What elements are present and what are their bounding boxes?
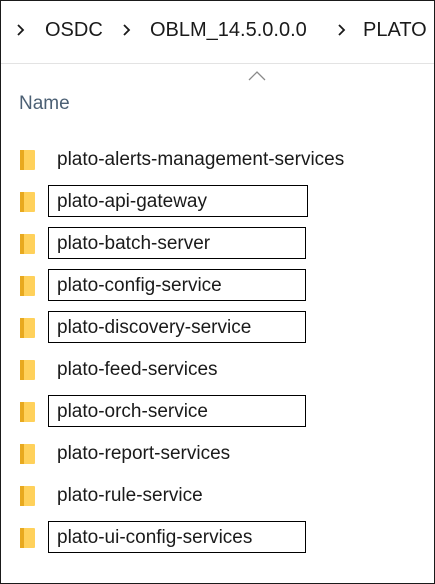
file-name: plato-api-gateway	[57, 191, 207, 212]
file-name: plato-report-services	[57, 443, 231, 464]
list-item[interactable]: plato-report-services	[1, 433, 434, 475]
folder-icon	[20, 486, 35, 506]
file-name: plato-feed-services	[57, 359, 218, 380]
file-list: plato-alerts-management-services plato-a…	[1, 139, 434, 559]
chevron-right-icon[interactable]	[122, 23, 131, 37]
folder-icon	[20, 528, 35, 548]
list-item[interactable]: plato-ui-config-services	[1, 517, 434, 559]
breadcrumb-item-oblm[interactable]: OBLM_14.5.0.0.0	[150, 18, 307, 42]
file-name: plato-orch-service	[57, 401, 208, 422]
breadcrumb-item-osdc[interactable]: OSDC	[45, 18, 103, 42]
column-header-name[interactable]: Name	[19, 93, 70, 115]
folder-icon	[20, 234, 35, 254]
file-name: plato-config-service	[57, 275, 222, 296]
folder-icon	[20, 318, 35, 338]
folder-icon	[20, 402, 35, 422]
list-item[interactable]: plato-config-service	[1, 265, 434, 307]
divider	[1, 63, 434, 64]
list-item[interactable]: plato-orch-service	[1, 391, 434, 433]
folder-icon	[20, 150, 35, 170]
file-name: plato-batch-server	[57, 233, 211, 254]
breadcrumb: OSDC OBLM_14.5.0.0.0 PLATO	[1, 1, 434, 63]
list-item[interactable]: plato-discovery-service	[1, 307, 434, 349]
list-item[interactable]: plato-batch-server	[1, 223, 434, 265]
chevron-right-icon	[17, 24, 25, 36]
file-name: plato-discovery-service	[57, 317, 252, 338]
file-name: plato-ui-config-services	[57, 527, 253, 548]
list-item[interactable]: plato-rule-service	[1, 475, 434, 517]
folder-icon	[20, 276, 35, 296]
list-item[interactable]: plato-alerts-management-services	[1, 139, 434, 181]
list-item[interactable]: plato-api-gateway	[1, 181, 434, 223]
folder-icon	[20, 192, 35, 212]
breadcrumb-item-plato[interactable]: PLATO	[363, 18, 427, 42]
folder-icon	[20, 444, 35, 464]
chevron-right-icon[interactable]	[337, 23, 346, 37]
file-explorer-pane: OSDC OBLM_14.5.0.0.0 PLATO Name plato-al…	[0, 0, 435, 584]
file-name: plato-rule-service	[57, 485, 203, 506]
list-item[interactable]: plato-feed-services	[1, 349, 434, 391]
file-name: plato-alerts-management-services	[57, 149, 345, 170]
folder-icon	[20, 360, 35, 380]
chevron-up-icon	[248, 71, 266, 81]
